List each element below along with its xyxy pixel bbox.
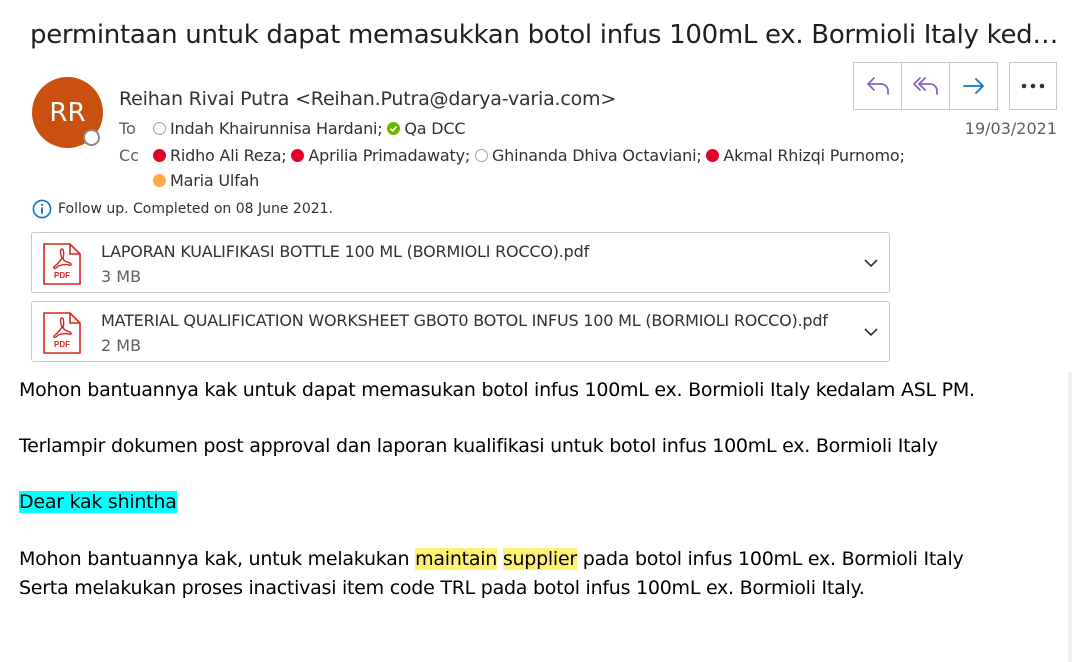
presence-busy-icon: [153, 149, 166, 162]
reply-icon: [866, 77, 889, 95]
presence-busy-icon: [706, 149, 720, 162]
followup-text: Follow up. Completed on 08 June 2021.: [58, 201, 334, 217]
highlighted-word: supplier: [502, 548, 577, 570]
followup-banner: Follow up. Completed on 08 June 2021.: [32, 199, 333, 219]
sender-name[interactable]: Reihan Rivai Putra <Reihan.Putra@darya-v…: [119, 88, 616, 110]
message-actions: [853, 62, 998, 110]
email-subject: permintaan untuk dapat memasukkan botol …: [30, 20, 1060, 50]
presence-idle-icon: [153, 174, 166, 187]
chevron-down-icon[interactable]: [863, 255, 879, 271]
cc-recipients: Ridho Ali Reza; Aprilia Primadawaty; Ghi…: [153, 146, 905, 165]
attachment-size: 3 MB: [101, 267, 142, 286]
more-options-button[interactable]: [1009, 62, 1057, 110]
highlighted-greeting: Dear kak shintha: [19, 491, 177, 513]
more-options-icon: [1021, 83, 1045, 89]
presence-status-icon: [83, 129, 100, 146]
scrollbar[interactable]: [1068, 372, 1072, 662]
highlighted-word: maintain: [415, 548, 498, 570]
greeting: Dear kak shintha: [19, 491, 177, 513]
avatar-initials: RR: [49, 97, 86, 128]
attachment-name: LAPORAN KUALIFIKASI BOTTLE 100 ML (BORMI…: [101, 242, 590, 261]
attachment-size: 2 MB: [101, 336, 142, 355]
reply-all-icon: [912, 77, 938, 95]
recipient[interactable]: Indah Khairunnisa Hardani;: [153, 119, 383, 138]
recipient[interactable]: Ghinanda Dhiva Octaviani;: [474, 146, 702, 165]
email-date: 19/03/2021: [964, 119, 1057, 138]
presence-away-icon: [474, 149, 488, 162]
attachment-item[interactable]: PDF LAPORAN KUALIFIKASI BOTTLE 100 ML (B…: [31, 232, 890, 293]
cc-recipients-continued: Maria Ulfah: [153, 171, 259, 190]
recipient[interactable]: Aprilia Primadawaty;: [291, 146, 470, 165]
recipient[interactable]: Akmal Rhizqi Purnomo;: [706, 146, 905, 165]
pdf-badge: PDF: [54, 271, 70, 280]
cc-label: Cc: [119, 146, 139, 165]
presence-available-icon: [387, 122, 401, 135]
to-recipients: Indah Khairunnisa Hardani; Qa DCC: [153, 119, 466, 138]
chevron-down-icon[interactable]: [863, 324, 879, 340]
body-paragraph: Mohon bantuannya kak, untuk melakukan ma…: [19, 548, 964, 570]
attachment-name: MATERIAL QUALIFICATION WORKSHEET GBOT0 B…: [101, 311, 828, 330]
recipient[interactable]: Qa DCC: [387, 119, 466, 138]
recipient[interactable]: Ridho Ali Reza;: [153, 146, 287, 165]
body-paragraph: Serta melakukan proses inactivasi item c…: [19, 577, 865, 599]
pdf-badge: PDF: [54, 340, 70, 349]
reply-all-button[interactable]: [902, 63, 950, 109]
to-label: To: [119, 119, 136, 138]
body-paragraph: Terlampir dokumen post approval dan lapo…: [19, 435, 938, 457]
body-paragraph: Mohon bantuannya kak untuk dapat memasuk…: [19, 379, 975, 401]
reply-button[interactable]: [854, 63, 902, 109]
presence-busy-icon: [291, 149, 305, 162]
forward-button[interactable]: [950, 63, 997, 109]
forward-icon: [962, 78, 984, 94]
info-icon: [32, 199, 52, 219]
recipient[interactable]: Maria Ulfah: [153, 171, 259, 190]
presence-away-icon: [153, 122, 166, 135]
attachment-item[interactable]: PDF MATERIAL QUALIFICATION WORKSHEET GBO…: [31, 301, 890, 362]
